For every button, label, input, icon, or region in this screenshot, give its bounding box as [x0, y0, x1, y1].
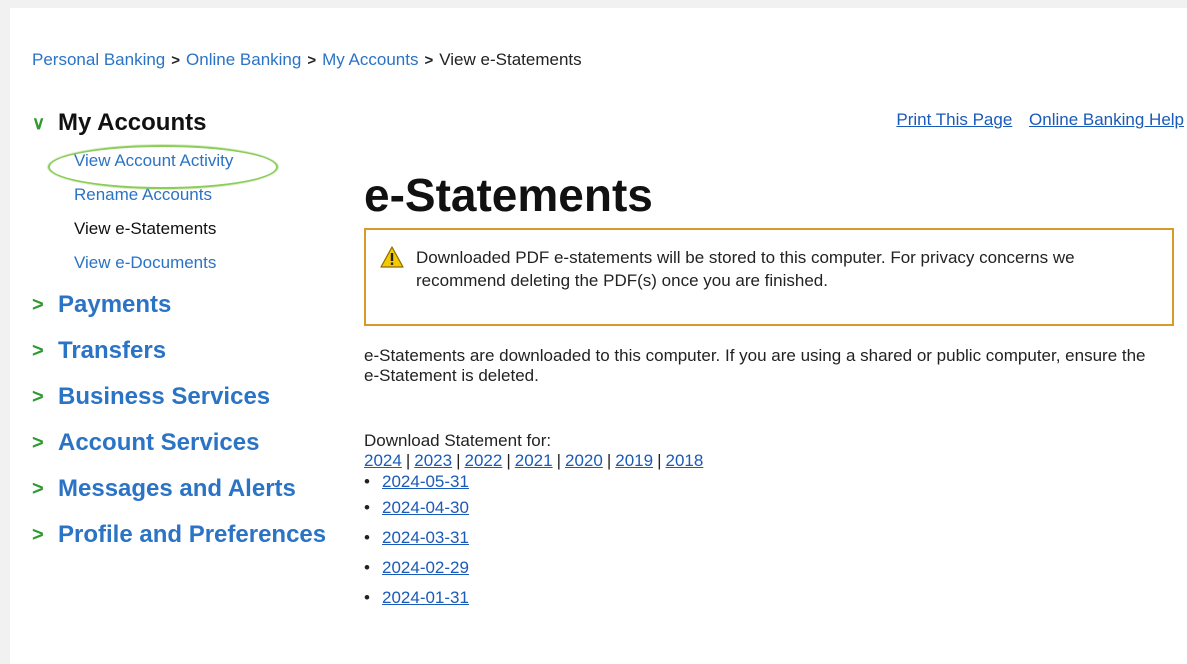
- statement-link[interactable]: 2024-04-30: [382, 498, 469, 517]
- bullet: •: [364, 558, 370, 577]
- sidebar-section-messages-and-alerts[interactable]: > Messages and Alerts: [32, 472, 352, 506]
- sidebar-closed-sections: > Payments > Transfers > Business Servic…: [32, 288, 352, 552]
- year-separator: |: [556, 451, 561, 470]
- bullet: •: [364, 588, 370, 607]
- year-separator: |: [606, 451, 612, 470]
- breadcrumb-separator: >: [307, 52, 317, 69]
- year-link-2023[interactable]: 2023: [414, 451, 452, 470]
- download-label: Download Statement for:: [364, 431, 552, 450]
- sidebar-section-label: Account Services: [58, 429, 260, 456]
- sidebar-section-label: Profile and Preferences: [58, 521, 327, 548]
- statement-link[interactable]: 2024-01-31: [382, 588, 469, 607]
- breadcrumb-online-banking[interactable]: Online Banking: [186, 50, 301, 69]
- my-accounts-subnav: View Account Activity Rename Accounts Vi…: [74, 144, 352, 280]
- chevron-right-icon: >: [32, 431, 44, 454]
- sidebar-section-profile-and-preferences[interactable]: > Profile and Preferences: [32, 518, 352, 552]
- chevron-right-icon: >: [32, 385, 44, 408]
- year-link-2022[interactable]: 2022: [465, 451, 503, 470]
- breadcrumb: Personal Banking > Online Banking > My Accou…: [32, 50, 582, 70]
- sidebar-item-view-e-documents[interactable]: View e-Documents: [74, 246, 352, 280]
- sidebar-section-payments[interactable]: > Payments: [32, 288, 352, 322]
- sidebar-section-transfers[interactable]: > Transfers: [32, 334, 352, 368]
- year-link-2024[interactable]: 2024: [364, 451, 402, 470]
- sidebar-nav: ∨ My Accounts View Account Activity Rena…: [32, 108, 352, 552]
- chevron-right-icon: >: [32, 523, 44, 546]
- list-item: • 2024-03-31: [364, 523, 703, 553]
- year-link-2020[interactable]: 2020: [565, 451, 603, 470]
- list-item: • 2024-01-31: [364, 583, 703, 613]
- chevron-down-icon: ∨: [32, 112, 46, 133]
- privacy-notice: Downloaded PDF e-statements will be stor…: [364, 228, 1174, 326]
- bullet: •: [364, 498, 370, 517]
- year-link-2021[interactable]: 2021: [515, 451, 553, 470]
- print-page-link[interactable]: Print This Page: [896, 110, 1012, 129]
- statement-link[interactable]: 2024-05-31: [382, 472, 469, 491]
- top-links: Print This Page Online Banking Help: [884, 110, 1184, 130]
- sidebar-section-label: Transfers: [58, 337, 167, 364]
- notice-text: Downloaded PDF e-statements will be stor…: [416, 248, 1075, 290]
- info-text: e-Statements are downloaded to this comp…: [364, 346, 1146, 385]
- bullet: •: [364, 472, 370, 491]
- sidebar-item-view-account-activity[interactable]: View Account Activity: [74, 144, 352, 178]
- year-separator: |: [506, 451, 511, 470]
- breadcrumb-personal-banking[interactable]: Personal Banking: [32, 50, 165, 69]
- list-item: • 2024-04-30: [364, 493, 703, 523]
- year-links: 2024 | 2023 | 2022 | 2021 | 2020 | 2019 | 2018: [364, 451, 703, 471]
- breadcrumb-separator: >: [171, 52, 181, 69]
- breadcrumb-current: View e-Statements: [439, 50, 582, 69]
- statement-list: • 2024-05-31 • 2024-04-30 • 2024-03-31 • 202…: [364, 471, 703, 613]
- year-separator: |: [456, 451, 461, 470]
- online-banking-help-link[interactable]: Online Banking Help: [1029, 110, 1184, 129]
- chevron-right-icon: >: [32, 293, 44, 316]
- sidebar-section-label: My Accounts: [58, 109, 207, 136]
- year-separator: |: [657, 451, 662, 470]
- year-separator: |: [405, 451, 411, 470]
- breadcrumb-separator: >: [424, 52, 434, 69]
- sidebar-section-account-services[interactable]: > Account Services: [32, 426, 352, 460]
- page-title: e-Statements: [364, 169, 653, 221]
- statement-link[interactable]: 2024-02-29: [382, 558, 469, 577]
- page-content: Personal Banking > Online Banking > My Accou…: [10, 8, 1187, 664]
- sidebar-section-label: Business Services: [58, 383, 271, 410]
- list-item: • 2024-05-31: [364, 471, 703, 493]
- year-link-2019[interactable]: 2019: [615, 451, 653, 470]
- warning-icon: [380, 246, 404, 268]
- sidebar-section-label: Payments: [58, 291, 172, 318]
- download-statements: Download Statement for: 2024 | 2023 | 2022 | 2…: [364, 431, 703, 613]
- chevron-right-icon: >: [32, 339, 44, 362]
- statement-link[interactable]: 2024-03-31: [382, 528, 469, 547]
- sidebar-item-view-e-statements: View e-Statements: [74, 219, 217, 238]
- breadcrumb-my-accounts[interactable]: My Accounts: [322, 50, 418, 69]
- sidebar-section-my-accounts[interactable]: ∨ My Accounts: [32, 108, 352, 138]
- list-item: • 2024-02-29: [364, 553, 703, 583]
- sidebar-section-label: Messages and Alerts: [58, 475, 296, 502]
- sidebar-section-business-services[interactable]: > Business Services: [32, 380, 352, 414]
- year-link-2018[interactable]: 2018: [666, 451, 704, 470]
- chevron-right-icon: >: [32, 477, 44, 500]
- bullet: •: [364, 528, 370, 547]
- sidebar-item-rename-accounts[interactable]: Rename Accounts: [74, 178, 352, 212]
